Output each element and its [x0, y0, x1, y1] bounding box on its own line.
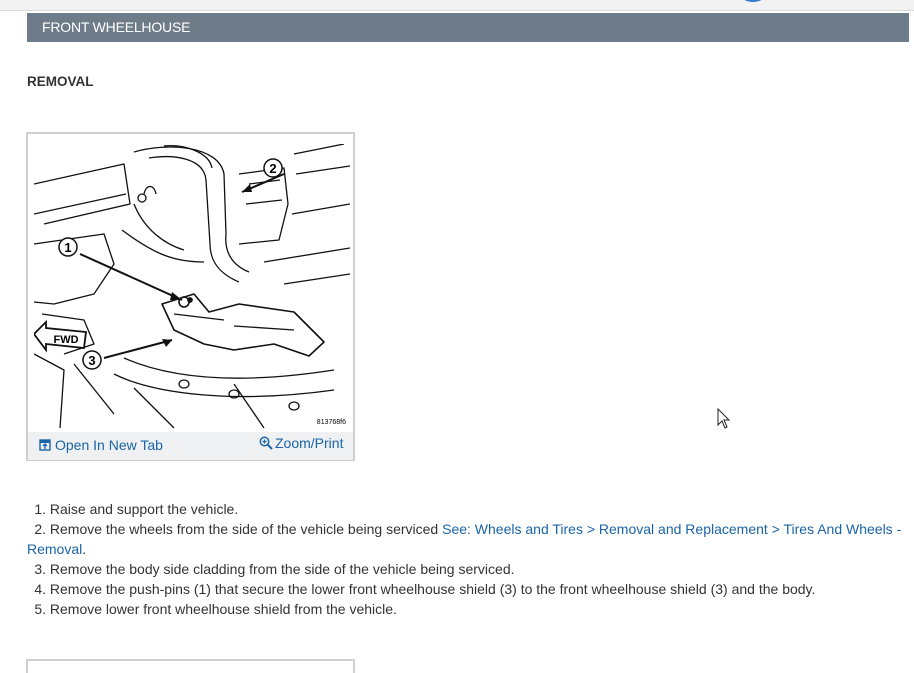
- zoom-in-icon: [259, 436, 273, 453]
- step-number: 3.: [34, 561, 46, 577]
- removal-heading: REMOVAL: [27, 74, 94, 89]
- callout-2: 2: [269, 161, 276, 176]
- fwd-arrow-icon: FWD: [34, 319, 88, 353]
- section-header: FRONT WHEELHOUSE: [27, 13, 909, 42]
- step-2: 2. Remove the wheels from the side of th…: [27, 519, 907, 559]
- step-number: 1.: [34, 501, 46, 517]
- step-1: 1. Raise and support the vehicle.: [27, 499, 907, 519]
- step-text: Remove lower front wheelhouse shield fro…: [49, 601, 397, 617]
- wheelhouse-line-drawing: 1 2 3 FWD 813768f6: [34, 144, 350, 428]
- zoom-print-link[interactable]: Zoom/Print: [259, 435, 343, 453]
- step-text: Raise and support the vehicle.: [49, 501, 239, 517]
- browser-top-strip: [0, 0, 914, 11]
- removal-steps-list: 1. Raise and support the vehicle. 2. Rem…: [27, 499, 907, 619]
- step-text: Remove the body side cladding from the s…: [49, 561, 515, 577]
- step-number: 5.: [34, 601, 46, 617]
- figure-container: 1 2 3 FWD 813768f6 Open In New Tab Zoom/…: [26, 132, 355, 461]
- callout-3: 3: [88, 353, 95, 368]
- mouse-cursor-icon: [717, 407, 731, 435]
- open-new-tab-icon: [39, 438, 51, 454]
- top-avatar-icon[interactable]: [740, 0, 766, 2]
- fwd-label: FWD: [53, 334, 78, 346]
- wheelhouse-diagram-image[interactable]: 1 2 3 FWD 813768f6: [34, 144, 350, 428]
- step-text: Remove the push-pins (1) that secure the…: [49, 581, 816, 597]
- next-figure-container: [26, 659, 355, 673]
- step-text-end: .: [82, 541, 87, 557]
- step-number: 4.: [34, 581, 46, 597]
- step-4: 4. Remove the push-pins (1) that secure …: [27, 579, 907, 599]
- step-number: 2.: [34, 521, 46, 537]
- step-5: 5. Remove lower front wheelhouse shield …: [27, 599, 907, 619]
- open-in-new-tab-label: Open In New Tab: [55, 437, 163, 453]
- open-in-new-tab-link[interactable]: Open In New Tab: [39, 437, 163, 454]
- zoom-print-label: Zoom/Print: [275, 435, 344, 451]
- figure-toolbar: Open In New Tab Zoom/Print: [28, 432, 353, 460]
- image-code: 813768f6: [317, 419, 346, 426]
- step-3: 3. Remove the body side cladding from th…: [27, 559, 907, 579]
- step-text: Remove the wheels from the side of the v…: [49, 521, 443, 537]
- callout-1: 1: [64, 240, 71, 255]
